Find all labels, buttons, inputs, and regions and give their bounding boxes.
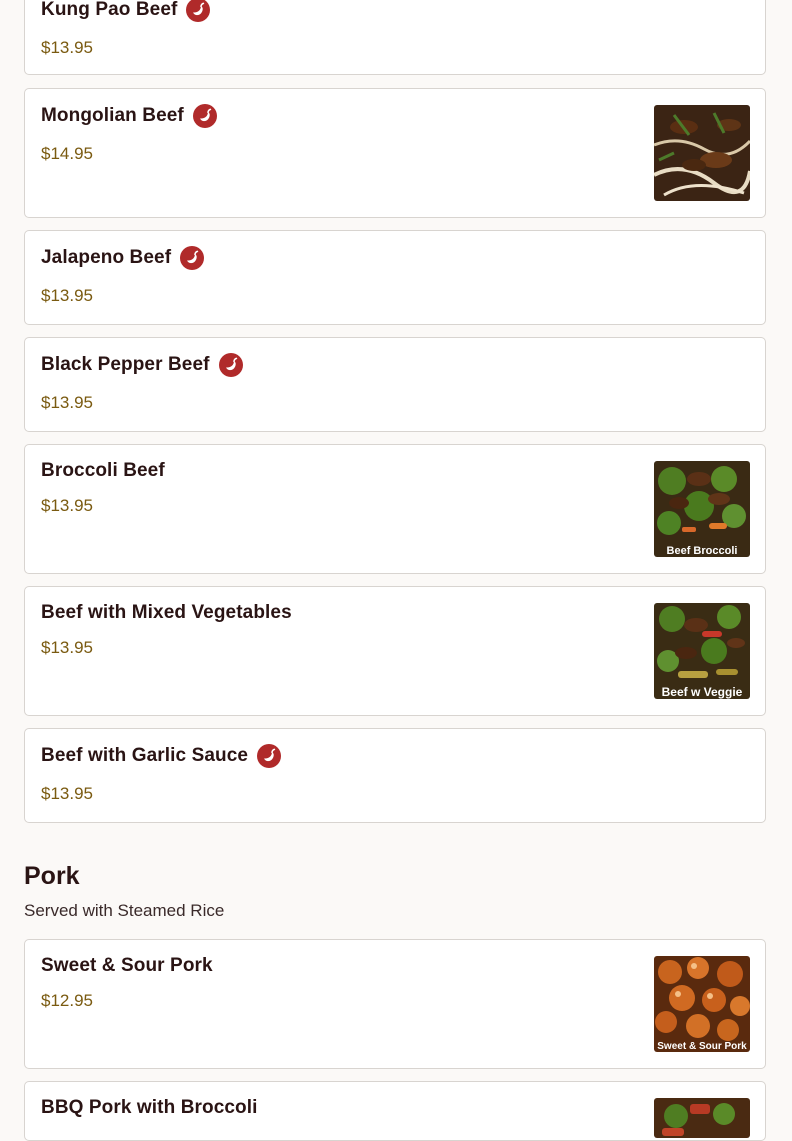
broccoli-beef-photo[interactable]: Beef Broccoli (654, 461, 750, 557)
menu-item-card[interactable]: Jalapeno Beef $13.95 (24, 230, 766, 325)
menu-item-card[interactable]: Sweet & Sour Pork $12.95 Sweet & Sour Po… (24, 939, 766, 1069)
menu-item-price: $13.95 (41, 496, 93, 515)
menu-item-card[interactable]: Kung Pao Beef $13.95 (24, 0, 766, 75)
section-subtitle: Served with Steamed Rice (24, 901, 225, 920)
menu-item-card[interactable]: Beef with Garlic Sauce $13.95 (24, 728, 766, 823)
chili-pepper-icon (192, 104, 217, 128)
section-title: Pork (24, 862, 80, 890)
chili-pepper-icon (180, 246, 205, 270)
menu-item-price: $13.95 (41, 638, 93, 657)
menu-item-name: Jalapeno Beef (41, 247, 172, 268)
menu-item-name: Beef with Garlic Sauce (41, 745, 249, 766)
menu-item-name: Broccoli Beef (41, 460, 165, 481)
menu-item-price: $13.95 (41, 784, 93, 803)
menu-item-card[interactable]: Broccoli Beef $13.95 Beef Broccoli (24, 444, 766, 574)
chili-pepper-icon (186, 0, 211, 22)
menu-item-price: $13.95 (41, 38, 93, 57)
photo-caption: Beef w Veggie (662, 685, 743, 699)
menu-item-card[interactable]: BBQ Pork with Broccoli (24, 1081, 766, 1141)
menu-item-card[interactable]: Mongolian Beef $14.95 (24, 88, 766, 218)
sweet-sour-pork-photo[interactable]: Sweet & Sour Pork (654, 956, 750, 1052)
menu-item-name: Sweet & Sour Pork (41, 955, 213, 976)
menu-item-card[interactable]: Black Pepper Beef $13.95 (24, 337, 766, 432)
menu-item-name: Beef with Mixed Vegetables (41, 602, 292, 623)
beef-veggie-photo[interactable]: Beef w Veggie (654, 603, 750, 699)
menu-item-name: Mongolian Beef (41, 105, 184, 126)
menu-item-name: Kung Pao Beef (41, 0, 178, 20)
photo-caption: Sweet & Sour Pork (657, 1041, 747, 1052)
menu-item-name: Black Pepper Beef (41, 354, 210, 375)
menu-item-price: $14.95 (41, 144, 93, 163)
menu-item-name: BBQ Pork with Broccoli (41, 1097, 258, 1118)
menu-item-card[interactable]: Beef with Mixed Vegetables $13.95 Beef w… (24, 586, 766, 716)
photo-caption: Beef Broccoli (667, 545, 738, 557)
chili-pepper-icon (257, 744, 282, 768)
chili-pepper-icon (218, 353, 243, 377)
menu-item-price: $12.95 (41, 991, 93, 1010)
menu-item-price: $13.95 (41, 393, 93, 412)
mongolian-beef-photo[interactable] (654, 105, 750, 201)
menu-item-price: $13.95 (41, 286, 93, 305)
bbq-pork-photo[interactable] (654, 1098, 750, 1138)
